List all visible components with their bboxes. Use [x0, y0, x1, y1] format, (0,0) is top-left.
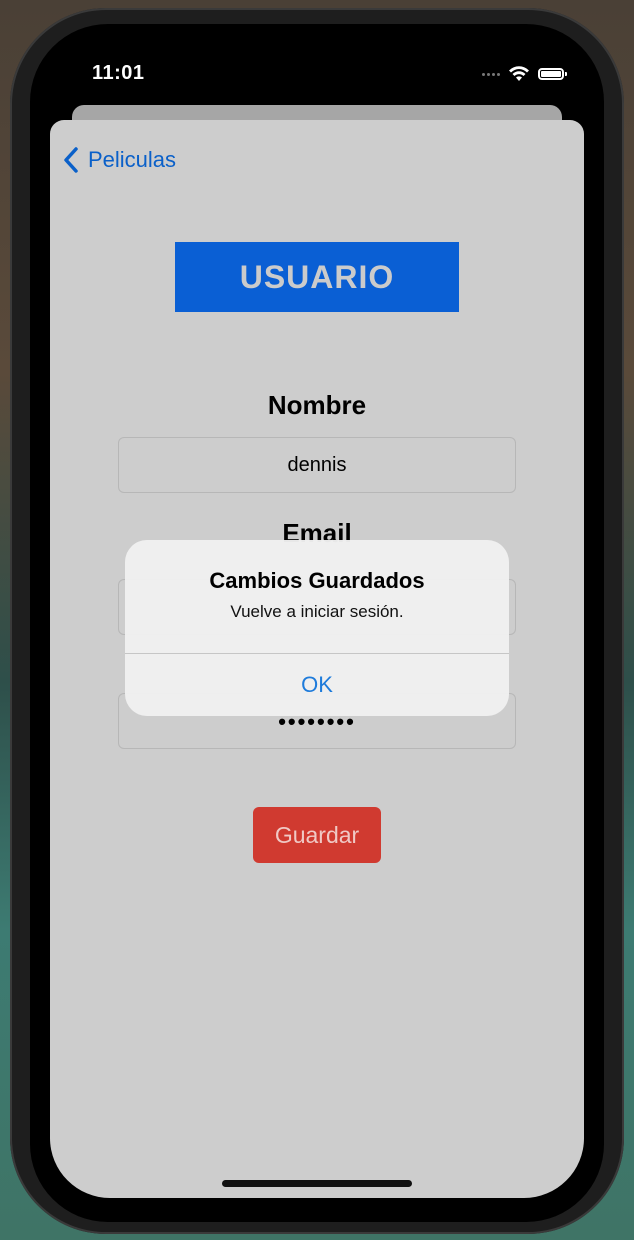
- back-button[interactable]: Peliculas: [62, 146, 176, 174]
- home-indicator[interactable]: [222, 1180, 412, 1187]
- alert-title: Cambios Guardados: [209, 568, 425, 593]
- alert-message: Vuelve a iniciar sesión.: [230, 602, 404, 621]
- alert-ok-button[interactable]: OK: [125, 654, 509, 716]
- status-time: 11:01: [92, 62, 145, 84]
- chevron-left-icon: [64, 147, 78, 173]
- status-icons: [482, 66, 567, 82]
- wifi-icon: [509, 66, 529, 81]
- save-button[interactable]: Guardar: [253, 807, 381, 863]
- alert-dialog: Cambios Guardados Vuelve a iniciar sesió…: [125, 540, 509, 716]
- battery-icon: [538, 68, 567, 80]
- back-button-label: Peliculas: [88, 147, 177, 172]
- page-title: USUARIO: [175, 242, 459, 312]
- name-field[interactable]: dennis: [118, 437, 516, 493]
- signal-dots-icon: [482, 72, 500, 76]
- name-label: Nombre: [267, 390, 367, 420]
